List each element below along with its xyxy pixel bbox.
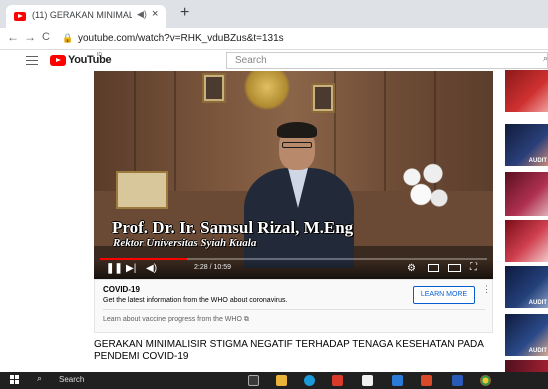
sidebar-thumbnail[interactable]: AUDIT xyxy=(505,314,548,356)
portrait-frame-left xyxy=(202,73,226,103)
windows-taskbar: ⌕ Search xyxy=(0,372,548,389)
youtube-header: YouTube ID Search ⌕ xyxy=(0,50,548,72)
lock-icon[interactable]: 🔒 xyxy=(62,33,73,44)
portrait-frame-right xyxy=(311,83,335,113)
task-view-icon[interactable] xyxy=(248,375,259,386)
volume-icon[interactable]: ◀) xyxy=(146,263,157,274)
browser-tab[interactable]: (11) GERAKAN MINIMALISIR ◀) × xyxy=(6,5,166,28)
video-title: GERAKAN MINIMALISIR STIGMA NEGATIF TERHA… xyxy=(94,339,484,362)
sidebar-thumbnail[interactable]: AUDIT xyxy=(505,266,548,308)
windows-start-icon[interactable] xyxy=(10,375,20,385)
hamburger-menu-icon[interactable] xyxy=(26,56,38,65)
progress-bar[interactable] xyxy=(100,258,487,260)
sidebar-thumbnail[interactable] xyxy=(505,220,548,262)
video-player[interactable]: Prof. Dr. Ir. Samsul Rizal, M.Eng Rektor… xyxy=(94,71,493,279)
browser-nav-bar: ← → C 🔒 youtube.com/watch?v=RHK_vduBZus&… xyxy=(0,28,548,50)
address-bar[interactable]: youtube.com/watch?v=RHK_vduBZus&t=131s xyxy=(78,33,284,44)
taskbar-search-icon[interactable]: ⌕ xyxy=(37,373,42,384)
caption-name: Prof. Dr. Ir. Samsul Rizal, M.Eng xyxy=(112,218,354,237)
file-explorer-icon[interactable] xyxy=(276,375,287,386)
speaker-icon[interactable]: ◀) xyxy=(137,9,147,20)
covid-info-panel: COVID-19 Get the latest information from… xyxy=(94,279,493,333)
word-icon[interactable] xyxy=(452,375,463,386)
sidebar-thumbnail[interactable] xyxy=(505,70,548,112)
sidebar-thumbnail[interactable] xyxy=(505,360,548,372)
garuda-emblem xyxy=(244,71,290,111)
country-code: ID xyxy=(97,52,102,58)
divider xyxy=(103,309,485,310)
progress-fill xyxy=(100,258,188,260)
youtube-logo-icon[interactable] xyxy=(50,55,66,66)
new-tab-button[interactable]: + xyxy=(180,4,189,22)
forward-button[interactable]: → xyxy=(24,30,36,44)
settings-gear-icon[interactable]: ⚙ xyxy=(407,263,416,274)
learn-more-button[interactable]: LEARN MORE xyxy=(413,286,475,304)
vaccine-link[interactable]: Learn about vaccine progress from the WH… xyxy=(103,316,249,324)
sidebar-thumbnail[interactable] xyxy=(505,172,548,216)
reload-button[interactable]: C xyxy=(42,31,50,43)
taskbar-search-label[interactable]: Search xyxy=(59,375,84,384)
next-icon[interactable]: ▶| xyxy=(126,263,136,274)
youtube-logo-text[interactable]: YouTube xyxy=(68,54,112,66)
pause-icon[interactable]: ❚❚ xyxy=(106,263,123,274)
speaker-person xyxy=(244,122,354,268)
more-options-icon[interactable]: ⋮ xyxy=(482,284,491,295)
search-icon[interactable]: ⌕ xyxy=(543,53,548,64)
certificate-frame xyxy=(116,171,168,209)
search-input[interactable]: Search xyxy=(226,52,548,69)
covid-title: COVID-19 xyxy=(103,285,140,294)
covid-text: Get the latest information from the WHO … xyxy=(103,297,288,304)
orchid-flowers xyxy=(394,156,454,226)
office-icon[interactable] xyxy=(332,375,343,386)
search-placeholder: Search xyxy=(235,55,267,66)
youtube-favicon-icon xyxy=(14,12,26,21)
tab-close-button[interactable]: × xyxy=(152,8,158,20)
mail-icon[interactable] xyxy=(392,375,403,386)
fullscreen-icon[interactable]: ⛶ xyxy=(470,262,477,273)
tab-title: (11) GERAKAN MINIMALISIR xyxy=(32,10,132,20)
player-controls: ❚❚ ▶| ◀) 2:28 / 10:59 ⚙ ⛶ xyxy=(94,260,493,279)
sidebar-thumbnail[interactable]: AUDIT xyxy=(505,124,548,166)
time-display: 2:28 / 10:59 xyxy=(194,264,231,271)
store-icon[interactable] xyxy=(362,375,373,386)
browser-tab-bar: (11) GERAKAN MINIMALISIR ◀) × + xyxy=(0,0,548,28)
back-button[interactable]: ← xyxy=(7,30,19,44)
theater-mode-icon[interactable] xyxy=(448,264,461,272)
edge-icon[interactable] xyxy=(304,375,315,386)
caption-role: Rektor Universitas Syiah Kuala xyxy=(113,237,257,249)
powerpoint-icon[interactable] xyxy=(421,375,432,386)
miniplayer-icon[interactable] xyxy=(428,264,439,272)
chrome-icon[interactable] xyxy=(480,375,491,386)
